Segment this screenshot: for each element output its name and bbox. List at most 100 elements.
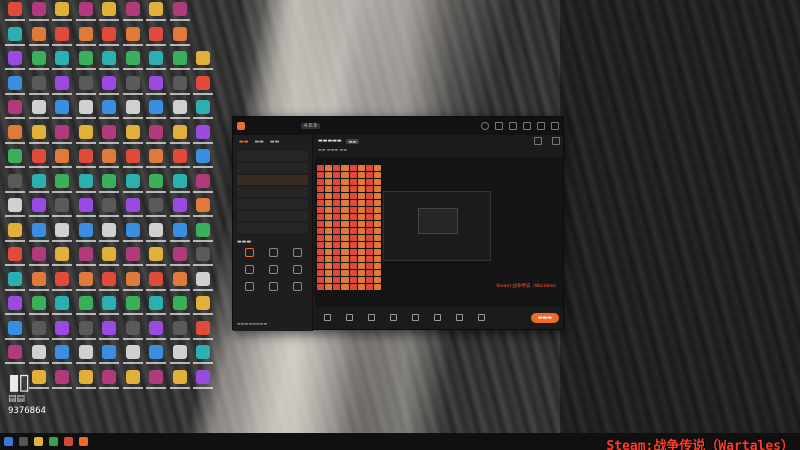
app-taskbar-icon[interactable] (64, 437, 73, 446)
desktop-shortcut-icon[interactable] (122, 222, 144, 249)
desktop-shortcut-icon[interactable] (51, 75, 73, 102)
desktop-shortcut-icon[interactable] (145, 173, 167, 200)
settings-icon[interactable] (509, 122, 517, 130)
desktop-shortcut-icon[interactable] (51, 2, 73, 28)
desktop-shortcut-icon[interactable] (4, 345, 26, 371)
tool-button[interactable] (237, 248, 261, 259)
desktop-shortcut-icon[interactable] (98, 173, 120, 200)
desktop-shortcut-icon[interactable] (169, 26, 191, 53)
desktop-shortcut-icon[interactable] (169, 296, 191, 322)
desktop-shortcut-icon[interactable] (122, 124, 144, 151)
desktop-shortcut-icon[interactable] (75, 124, 97, 151)
desktop-shortcut-icon[interactable] (75, 149, 97, 175)
tool-button[interactable] (261, 265, 285, 276)
desktop-shortcut-icon[interactable] (75, 247, 97, 273)
desktop-shortcut-icon[interactable] (122, 369, 144, 396)
desktop-shortcut-icon[interactable] (51, 173, 73, 200)
desktop-shortcut-icon[interactable] (122, 271, 144, 298)
tool-button[interactable] (285, 265, 309, 276)
desktop-shortcut-icon[interactable] (169, 247, 191, 273)
desktop-shortcut-icon[interactable] (28, 26, 50, 53)
desktop-shortcut-icon[interactable] (75, 173, 97, 200)
desktop-shortcut-icon[interactable] (169, 222, 191, 249)
desktop-shortcut-icon[interactable] (28, 198, 50, 224)
desktop-shortcut-icon[interactable] (98, 222, 120, 249)
close-icon[interactable] (551, 122, 559, 130)
scene-item-selected[interactable] (237, 175, 308, 185)
sidebar-footer[interactable]: ▬▬▬▬▬▬▬▬ (237, 321, 267, 326)
folder-icon[interactable] (34, 437, 43, 446)
desktop-shortcut-icon[interactable] (192, 222, 214, 249)
desktop-shortcut-icon[interactable] (192, 320, 214, 347)
desktop-shortcut-icon[interactable] (145, 51, 167, 77)
desktop-shortcut-icon[interactable] (122, 320, 144, 347)
tool-button[interactable] (285, 248, 309, 259)
scene-item[interactable] (237, 187, 308, 197)
desktop-shortcut-icon[interactable] (145, 124, 167, 151)
desktop-shortcut-icon[interactable] (145, 26, 167, 53)
toolbar-button[interactable] (407, 314, 423, 322)
desktop-shortcut-icon[interactable] (145, 247, 167, 273)
desktop-shortcut-icon[interactable] (192, 345, 214, 371)
scene-item[interactable] (237, 151, 308, 161)
desktop-shortcut-icon[interactable] (192, 124, 214, 151)
desktop-shortcut-icon[interactable] (75, 75, 97, 102)
desktop-shortcut-icon[interactable] (4, 198, 26, 224)
desktop-shortcut-icon[interactable] (145, 271, 167, 298)
toolbar-button[interactable] (451, 314, 467, 322)
desktop-shortcut-icon[interactable] (169, 173, 191, 200)
desktop-shortcut-icon[interactable] (145, 75, 167, 102)
desktop-shortcut-icon[interactable] (122, 2, 144, 28)
live-streaming-app-window[interactable]: 4.8.9 ▬▬ ▬▬ ▬▬ ▬▬▬ ▬▬▬▬▬▬▬▬ ▬▬▬▬▬ ▬▬ ▬▬ … (232, 116, 564, 331)
category-pill[interactable]: ▬▬ (345, 138, 360, 144)
desktop-shortcut-icon[interactable] (98, 75, 120, 102)
menu-icon[interactable] (523, 122, 531, 130)
desktop-shortcut-icon[interactable] (28, 149, 50, 175)
desktop-shortcut-icon[interactable] (98, 124, 120, 151)
desktop-shortcut-icon[interactable] (28, 75, 50, 102)
mail-icon[interactable] (495, 122, 503, 130)
desktop-shortcut-icon[interactable] (122, 198, 144, 224)
desktop-shortcut-icon[interactable] (28, 345, 50, 371)
minimize-icon[interactable] (537, 122, 545, 130)
toolbar-button[interactable] (385, 314, 401, 322)
desktop-shortcut-icon[interactable] (75, 271, 97, 298)
desktop-shortcut-icon[interactable] (4, 26, 26, 53)
desktop-shortcut-icon[interactable] (4, 271, 26, 298)
desktop-shortcut-icon[interactable] (98, 198, 120, 224)
desktop-shortcut-icon[interactable] (28, 271, 50, 298)
desktop-shortcut-icon[interactable] (169, 271, 191, 298)
desktop-shortcut-icon[interactable] (51, 51, 73, 77)
desktop-shortcut-icon[interactable] (51, 247, 73, 273)
desktop-shortcut-icon[interactable] (75, 100, 97, 126)
tool-button[interactable] (261, 282, 285, 293)
desktop-shortcut-icon[interactable] (75, 2, 97, 28)
desktop-shortcut-icon[interactable] (169, 2, 191, 28)
toolbar-button[interactable] (341, 314, 357, 322)
desktop-shortcut-icon[interactable] (98, 345, 120, 371)
desktop-shortcut-icon[interactable] (145, 198, 167, 224)
desktop-shortcut-icon[interactable] (98, 26, 120, 53)
desktop-shortcut-icon[interactable] (4, 296, 26, 322)
desktop-shortcut-icon[interactable] (98, 51, 120, 77)
desktop-shortcut-icon[interactable] (192, 75, 214, 102)
desktop-shortcut-icon[interactable] (75, 369, 97, 396)
desktop-shortcut-icon[interactable] (28, 124, 50, 151)
desktop-shortcut-icon[interactable] (98, 296, 120, 322)
desktop-shortcut-icon[interactable] (122, 100, 144, 126)
scene-item[interactable] (237, 163, 308, 173)
desktop-shortcut-icon[interactable] (98, 320, 120, 347)
desktop-shortcut-icon[interactable] (169, 75, 191, 102)
desktop-shortcut-icon[interactable] (4, 124, 26, 151)
desktop-shortcut-icon[interactable] (122, 149, 144, 175)
desktop-shortcut-icon[interactable] (145, 222, 167, 249)
tool-button[interactable] (261, 248, 285, 259)
desktop-shortcut-icon[interactable] (192, 149, 214, 175)
desktop-shortcut-icon[interactable] (169, 345, 191, 371)
desktop-shortcut-icon[interactable] (75, 345, 97, 371)
desktop-shortcut-icon[interactable] (28, 320, 50, 347)
desktop-shortcut-icon[interactable] (75, 198, 97, 224)
desktop-shortcut-icon[interactable] (145, 345, 167, 371)
desktop-shortcut-icon[interactable] (4, 2, 26, 28)
desktop-shortcut-icon[interactable] (4, 247, 26, 273)
